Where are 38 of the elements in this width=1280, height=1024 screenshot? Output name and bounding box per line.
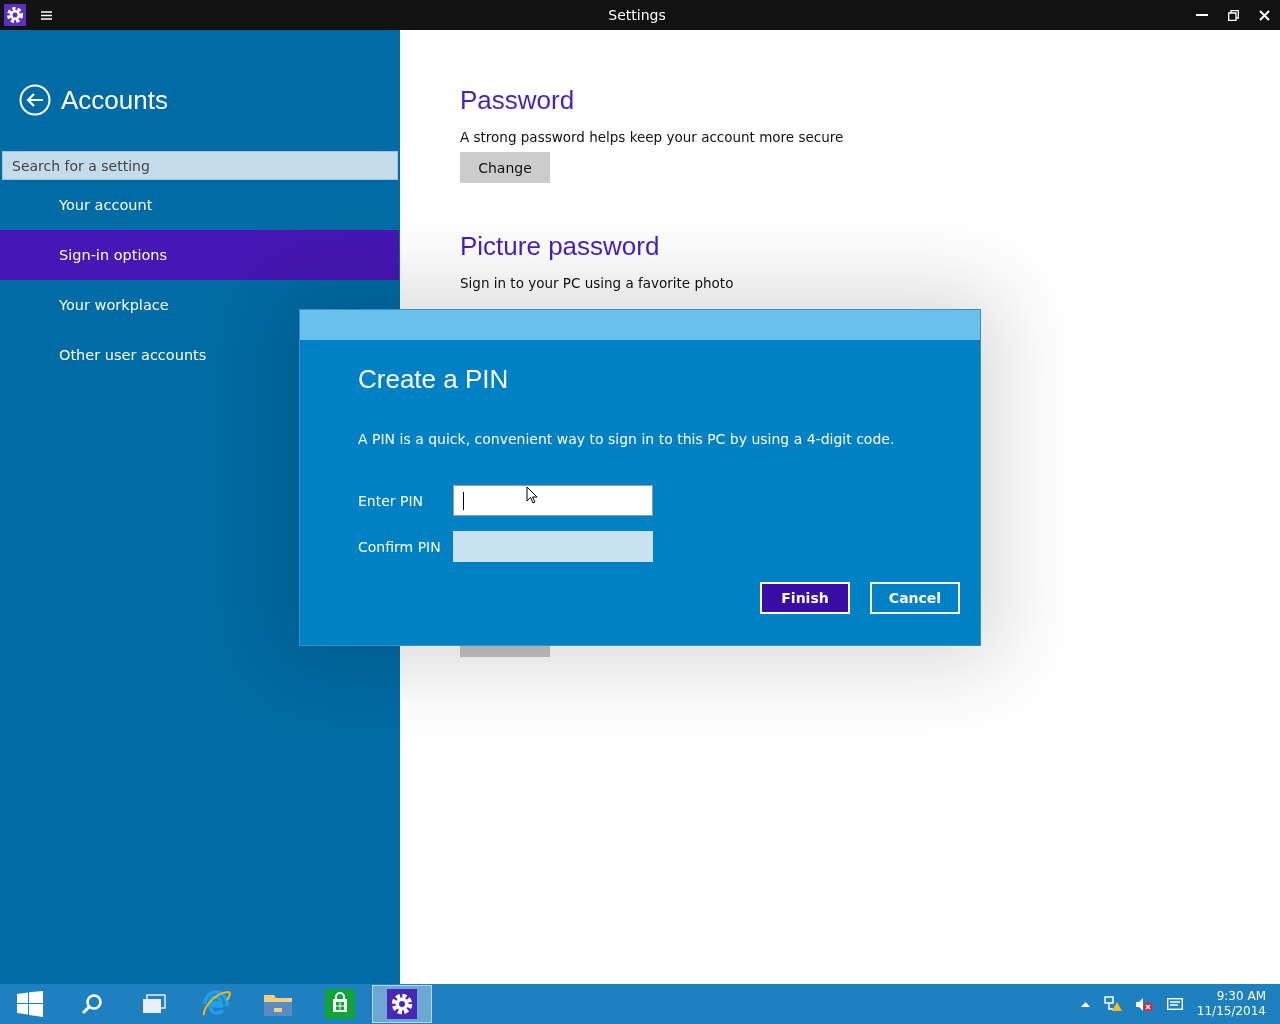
page-title: Accounts [61, 84, 168, 116]
caret-up-icon[interactable] [1080, 1001, 1090, 1007]
gear-icon [387, 989, 417, 1019]
cursor-icon [526, 486, 538, 504]
pin-field[interactable] [453, 531, 653, 562]
message-icon[interactable] [1166, 998, 1183, 1010]
field-label: Confirm PIN [358, 538, 442, 555]
dialog-title: Create a PIN [358, 364, 510, 395]
section-description: Sign in to your PC using a favorite photo [460, 275, 734, 291]
section-heading: Picture password [460, 231, 660, 263]
back-icon[interactable] [19, 84, 51, 116]
change-button[interactable]: Change [460, 152, 550, 183]
taskbar-button[interactable] [372, 985, 432, 1023]
dialog-description: A PIN is a quick, convenient way to sign in to this PC by using a 4-digit code. [358, 431, 896, 447]
field-label: Enter PIN [358, 492, 425, 509]
restore-icon[interactable] [1228, 9, 1239, 21]
section-description: A strong password helps keep your account more secure [460, 129, 844, 145]
shopping-bag-icon [325, 989, 355, 1019]
menu-icon[interactable] [41, 10, 52, 20]
cancel-button[interactable]: Cancel [870, 582, 960, 614]
section-heading: Password [460, 85, 575, 117]
finish-button[interactable]: Finish [760, 582, 850, 614]
speaker-muted-icon[interactable] [1135, 996, 1153, 1012]
window-title: Settings [608, 7, 666, 23]
clock[interactable]: 9:30 AM 11/15/2014 [1196, 989, 1266, 1019]
close-icon[interactable] [1259, 9, 1270, 21]
windows-stack-icon [142, 994, 166, 1014]
pin-field[interactable] [453, 485, 653, 516]
nav-item[interactable]: Sign-in options [0, 230, 399, 280]
network-warning-icon[interactable] [1103, 996, 1122, 1012]
clock-time: 9:30 AM [1216, 989, 1266, 1004]
search-icon [81, 993, 103, 1015]
nav-item[interactable]: Your account [0, 180, 399, 230]
windows-icon [17, 991, 43, 1017]
search-field[interactable]: Search for a setting [2, 151, 398, 180]
nav-item[interactable]: Your workplace [0, 280, 399, 330]
gear-icon [4, 4, 26, 26]
clock-date: 11/15/2014 [1196, 1004, 1266, 1019]
